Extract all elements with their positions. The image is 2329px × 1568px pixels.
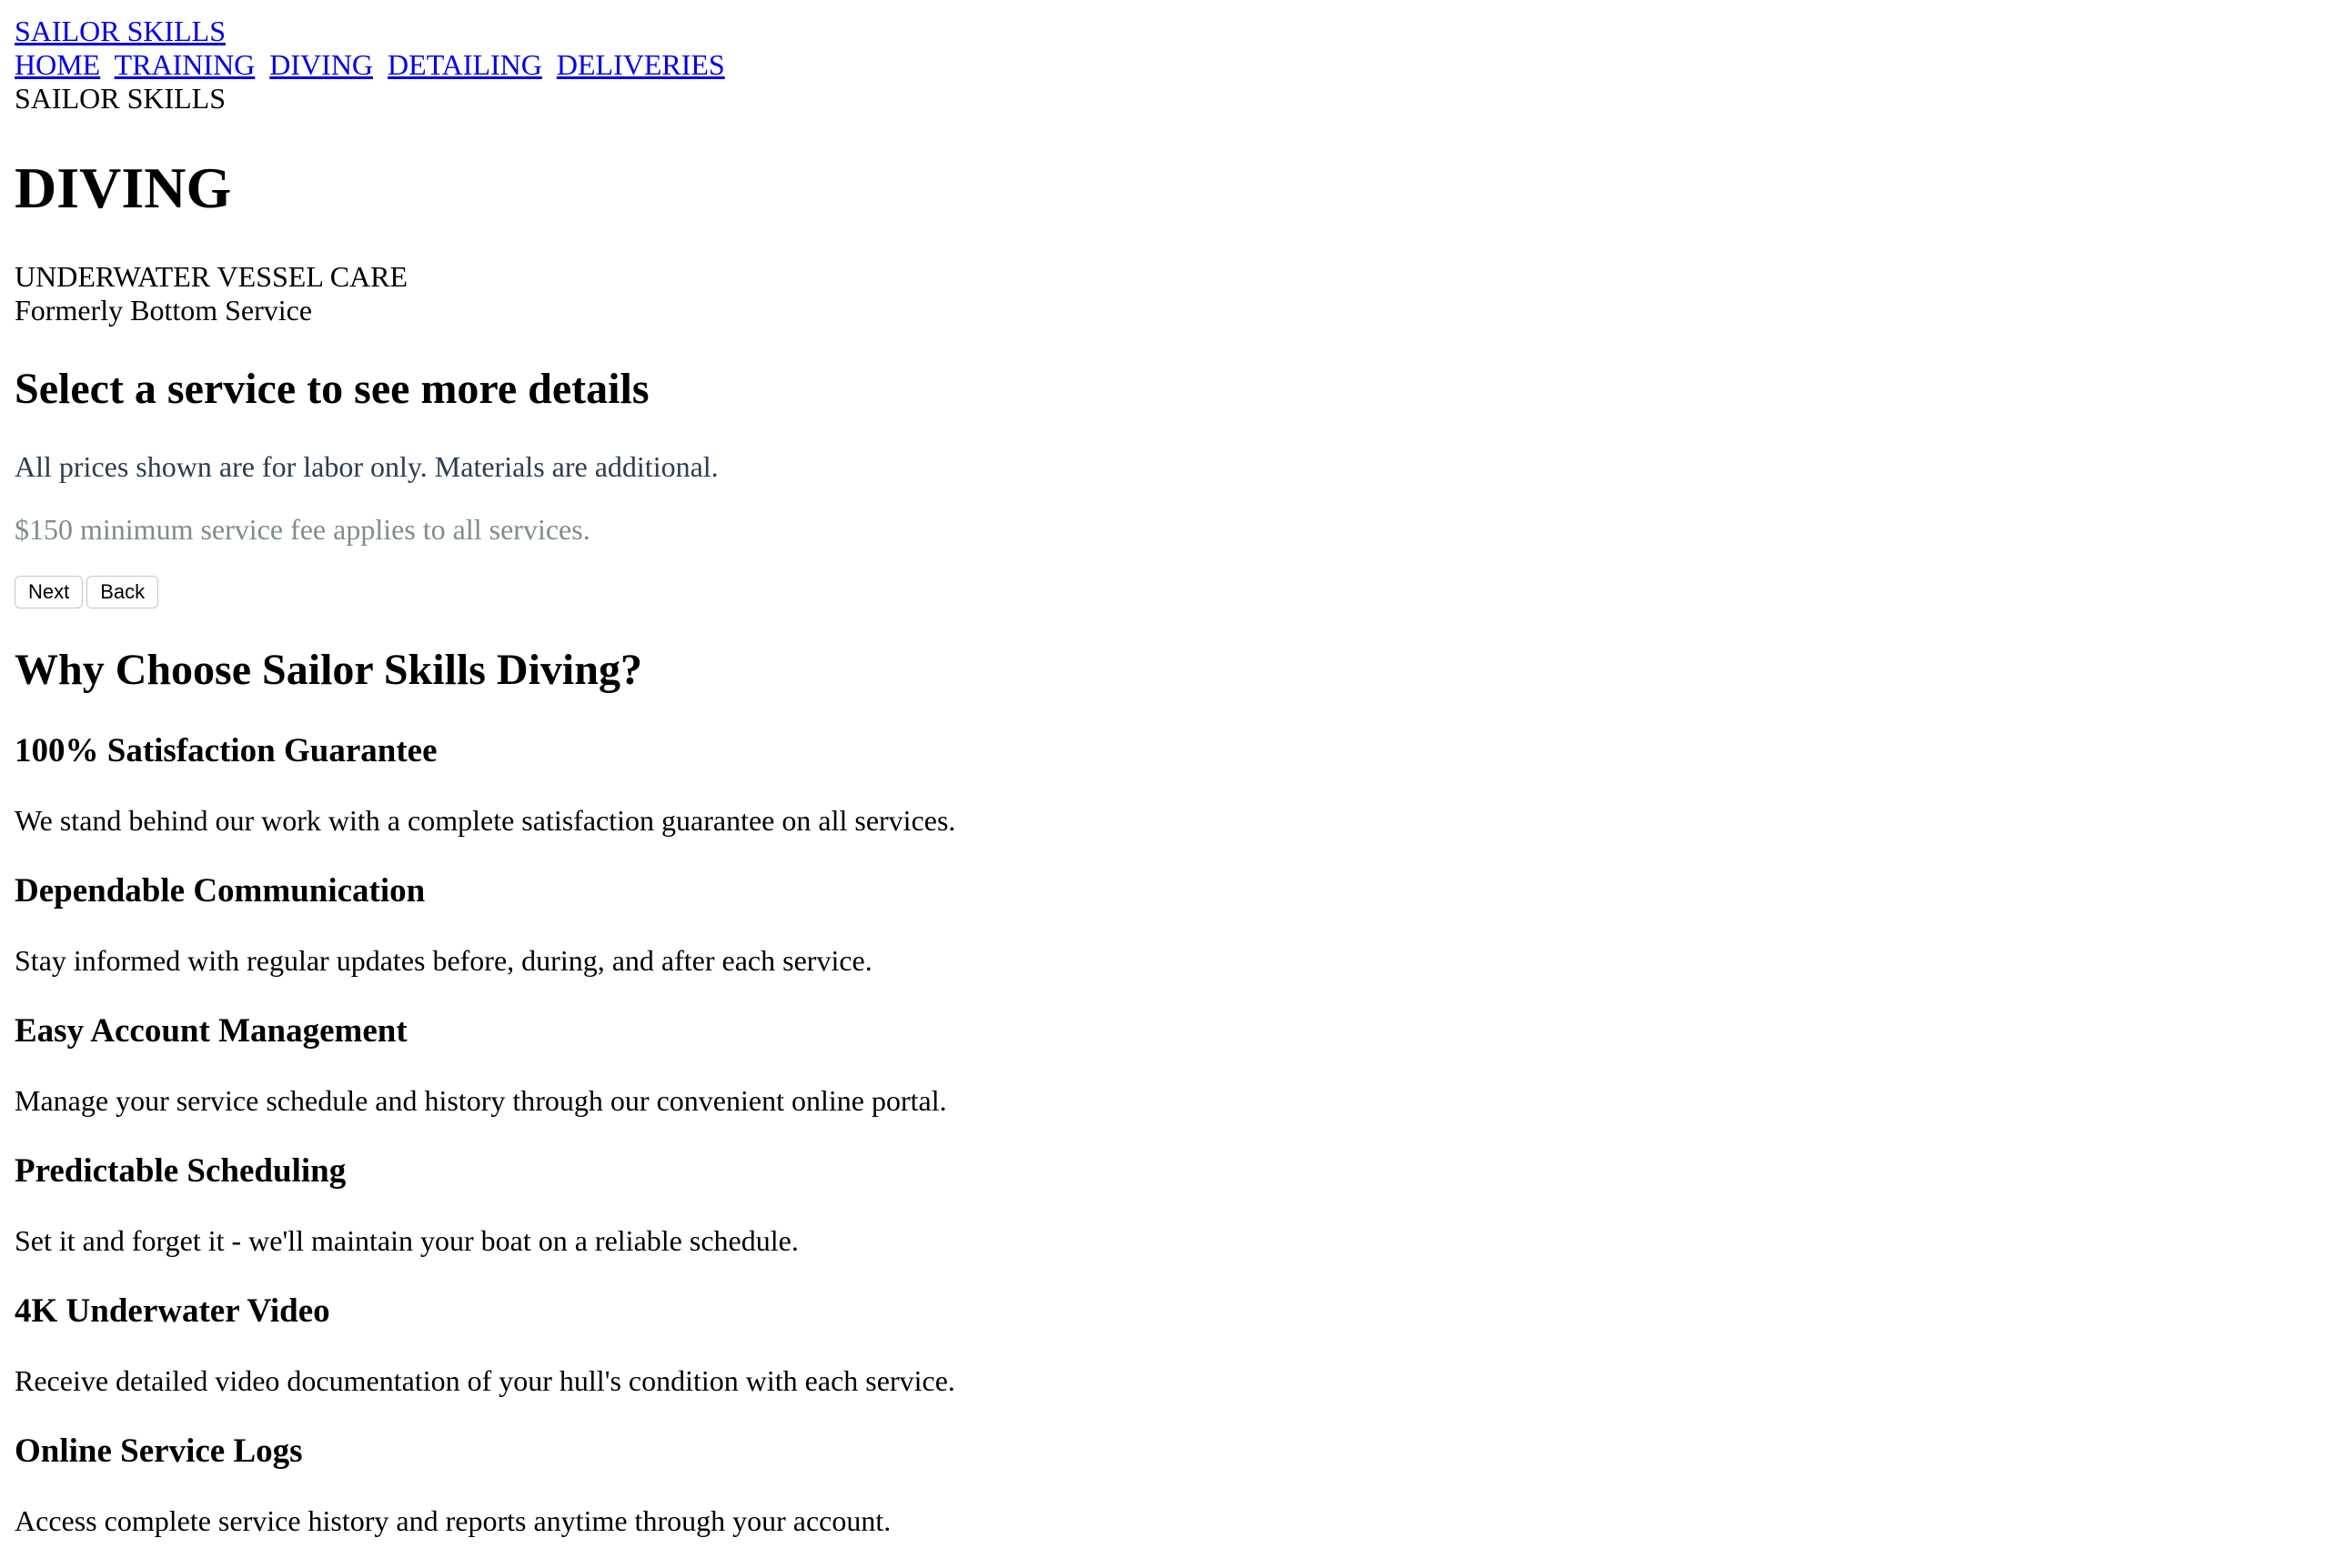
page: SAILOR SKILLS HOME TRAINING DIVING DETAI… [0, 0, 2329, 1538]
feature-title: Predictable Scheduling [15, 1152, 347, 1190]
services-heading: Select a service to see more details [15, 365, 650, 413]
hero-subtitle: UNDERWATER VESSEL CARE [15, 260, 408, 293]
feature-text: Receive detailed video documentation of … [15, 1364, 955, 1397]
nav-home[interactable]: HOME [15, 48, 100, 81]
nav-detailing[interactable]: DETAILING [388, 48, 542, 81]
wizard-buttons: Next Back [15, 576, 2314, 608]
feature-text: Access complete service history and repo… [15, 1504, 892, 1537]
feature-text: Set it and forget it - we'll maintain yo… [15, 1224, 799, 1257]
feature-text: We stand behind our work with a complete… [15, 804, 956, 837]
page-title: DIVING [15, 156, 232, 220]
feature-title: 4K Underwater Video [15, 1292, 330, 1330]
minimum-fee-note: $150 minimum service fee applies to all … [15, 513, 590, 546]
nav-deliveries[interactable]: DELIVERIES [557, 48, 725, 81]
feature-text: Stay informed with regular updates befor… [15, 944, 872, 977]
feature-title: Dependable Communication [15, 872, 426, 910]
hero-section: DIVING UNDERWATER VESSEL CARE Formerly B… [15, 155, 2314, 327]
feature-title: 100% Satisfaction Guarantee [15, 732, 438, 769]
next-button[interactable]: Next [15, 576, 84, 608]
feature-title: Easy Account Management [15, 1012, 408, 1050]
back-button[interactable]: Back [86, 576, 159, 608]
feature-text: Manage your service schedule and history… [15, 1084, 947, 1117]
brand-text: SAILOR SKILLS [15, 82, 227, 115]
nav-diving[interactable]: DIVING [269, 48, 373, 81]
main-nav: HOME TRAINING DIVING DETAILING DELIVERIE… [15, 48, 2314, 82]
services-section: Select a service to see more details All… [15, 364, 2314, 608]
brand-link[interactable]: SAILOR SKILLS [15, 15, 2314, 48]
labor-note: All prices shown are for labor only. Mat… [15, 450, 719, 483]
feature-title: Online Service Logs [15, 1432, 303, 1470]
why-section: Why Choose Sailor Skills Diving? 100% Sa… [15, 645, 2314, 1538]
nav-training[interactable]: TRAINING [115, 48, 256, 81]
why-heading: Why Choose Sailor Skills Diving? [15, 646, 642, 694]
formerly-note: Formerly Bottom Service [15, 294, 313, 327]
site-header: SAILOR SKILLS HOME TRAINING DIVING DETAI… [15, 15, 2314, 116]
